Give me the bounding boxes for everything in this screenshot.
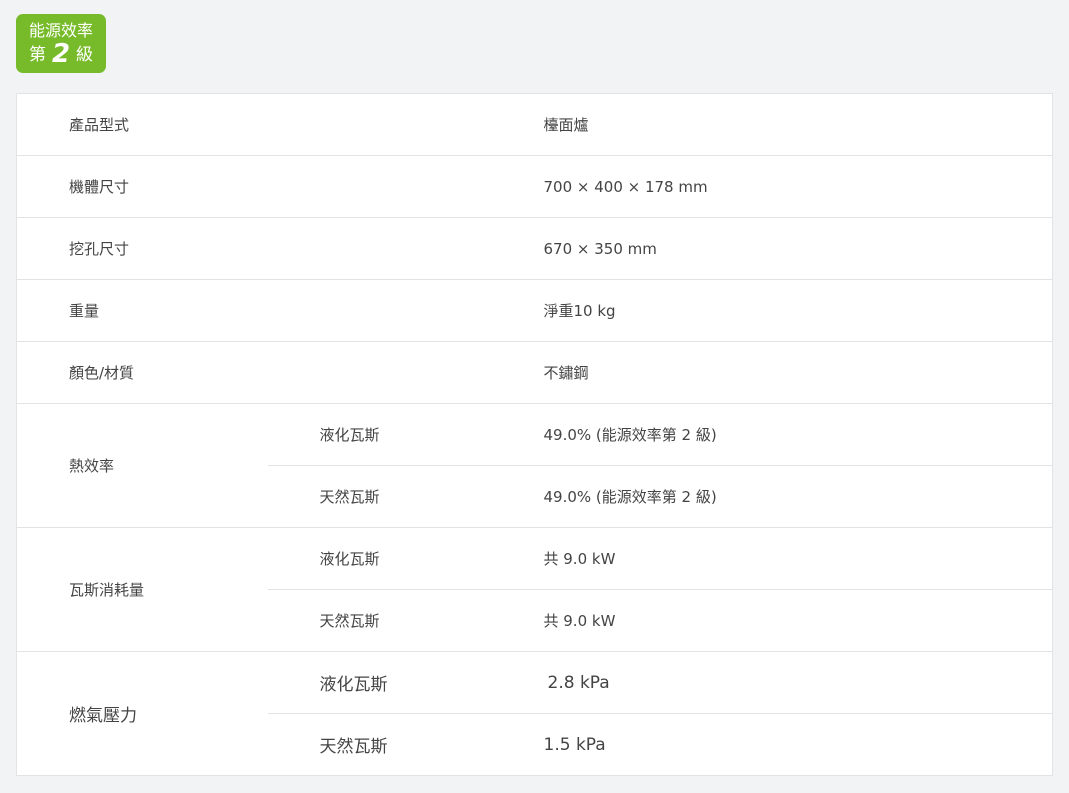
spec-sublabel: 天然瓦斯 — [319, 737, 388, 757]
spec-label: 熱效率 — [16, 403, 268, 528]
spec-label: 產品型式 — [69, 116, 130, 134]
table-row-thermal-efficiency-lpg: 熱效率 液化瓦斯 49.0% (能源效率第 2 級) — [16, 403, 1053, 528]
table-row-dimensions: 機體尺寸 700 × 400 × 178 mm — [16, 156, 1053, 218]
spec-value: 670 × 350 mm — [543, 239, 657, 258]
spec-label: 機體尺寸 — [69, 178, 130, 196]
spec-label: 燃氣壓力 — [69, 706, 137, 726]
spec-value: 淨重10 kg — [543, 302, 616, 320]
spec-value: 2.8 kPa — [534, 651, 1053, 714]
spec-label: 挖孔尺寸 — [69, 240, 130, 258]
spec-sublabel: 天然瓦斯 — [267, 589, 535, 652]
spec-value: 共 9.0 kW — [534, 589, 1053, 652]
table-row-color-material: 顏色/材質 不鏽鋼 — [16, 342, 1053, 404]
spec-sublabel: 液化瓦斯 — [267, 651, 535, 714]
table-row-gas-pressure-lpg: 燃氣壓力 液化瓦斯 2.8 kPa — [17, 651, 1053, 726]
spec-label: 重量 — [69, 302, 100, 320]
badge-grade-line: 第2級 — [16, 41, 106, 68]
spec-sublabel: 液化瓦斯 — [267, 527, 535, 590]
spec-label: 瓦斯消耗量 — [16, 527, 268, 652]
table-row-gas-consumption-lpg: 瓦斯消耗量 液化瓦斯 共 9.0 kW — [16, 527, 1053, 652]
badge-suffix: 級 — [76, 45, 94, 65]
table-row-weight: 重量 淨重10 kg — [16, 280, 1053, 342]
spec-value: 49.0% (能源效率第 2 級) — [534, 403, 1053, 466]
badge-prefix: 第 — [28, 45, 46, 65]
energy-efficiency-badge: 能源效率 第2級 — [16, 14, 106, 73]
spec-sublabel: 天然瓦斯 — [267, 465, 535, 528]
spec-label: 顏色/材質 — [69, 364, 135, 382]
spec-value: 49.0% (能源效率第 2 級) — [534, 465, 1053, 528]
spec-value: 不鏽鋼 — [543, 364, 589, 382]
table-row-cutout: 挖孔尺寸 670 × 350 mm — [16, 218, 1053, 280]
spec-sublabel: 液化瓦斯 — [267, 403, 535, 466]
spec-value: 檯面爐 — [543, 116, 589, 134]
badge-grade-number: 2 — [51, 39, 71, 69]
spec-table: 產品型式 檯面爐 機體尺寸 700 × 400 × 178 mm 挖孔尺寸 67… — [16, 93, 1053, 776]
spec-value: 共 9.0 kW — [534, 527, 1053, 590]
table-row-model-type: 產品型式 檯面爐 — [16, 94, 1053, 156]
badge-title: 能源效率 — [28, 21, 93, 40]
spec-value: 700 × 400 × 178 mm — [543, 177, 708, 196]
spec-value: 1.5 kPa — [543, 734, 606, 755]
